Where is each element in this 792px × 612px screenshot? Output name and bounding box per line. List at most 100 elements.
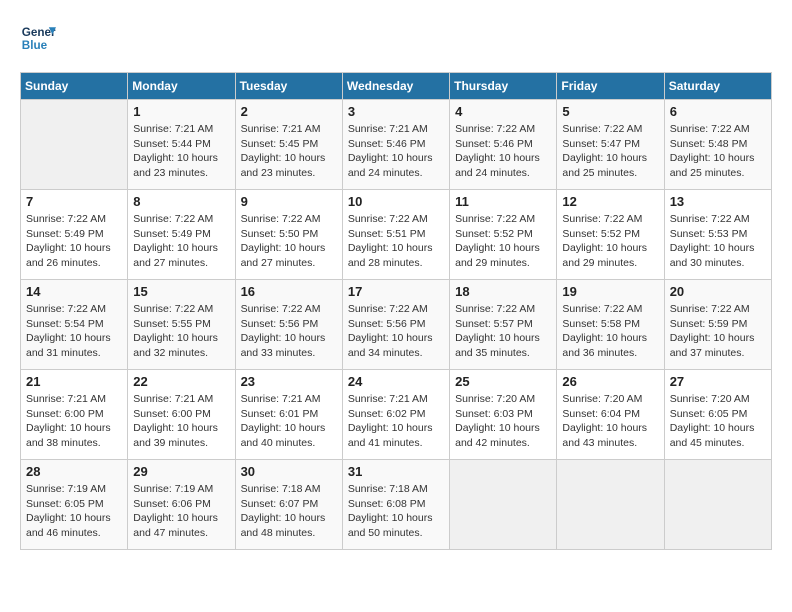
day-number: 20 <box>670 284 766 299</box>
day-info: Sunrise: 7:22 AM Sunset: 5:55 PM Dayligh… <box>133 302 229 361</box>
calendar-cell: 24 Sunrise: 7:21 AM Sunset: 6:02 PM Dayli… <box>342 370 449 460</box>
page-header: General Blue <box>20 20 772 56</box>
calendar-cell: 3 Sunrise: 7:21 AM Sunset: 5:46 PM Daylig… <box>342 100 449 190</box>
day-number: 14 <box>26 284 122 299</box>
calendar-cell: 7Sunrise: 7:22 AM Sunset: 5:49 PM Daylig… <box>21 190 128 280</box>
day-info: Sunrise: 7:22 AM Sunset: 5:58 PM Dayligh… <box>562 302 658 361</box>
calendar-cell: 5 Sunrise: 7:22 AM Sunset: 5:47 PM Daylig… <box>557 100 664 190</box>
day-number: 27 <box>670 374 766 389</box>
day-number: 5 <box>562 104 658 119</box>
day-info: Sunrise: 7:20 AM Sunset: 6:04 PM Dayligh… <box>562 392 658 451</box>
calendar-cell: 13Sunrise: 7:22 AM Sunset: 5:53 PM Dayli… <box>664 190 771 280</box>
day-info: Sunrise: 7:21 AM Sunset: 5:44 PM Dayligh… <box>133 122 229 181</box>
calendar-cell: 30 Sunrise: 7:18 AM Sunset: 6:07 PM Dayli… <box>235 460 342 550</box>
calendar-cell: 23Sunrise: 7:21 AM Sunset: 6:01 PM Dayli… <box>235 370 342 460</box>
day-info: Sunrise: 7:22 AM Sunset: 5:48 PM Dayligh… <box>670 122 766 181</box>
calendar-cell: 16 Sunrise: 7:22 AM Sunset: 5:56 PM Dayli… <box>235 280 342 370</box>
calendar-cell: 12Sunrise: 7:22 AM Sunset: 5:52 PM Dayli… <box>557 190 664 280</box>
calendar-cell: 6Sunrise: 7:22 AM Sunset: 5:48 PM Daylig… <box>664 100 771 190</box>
day-number: 19 <box>562 284 658 299</box>
day-info: Sunrise: 7:22 AM Sunset: 5:54 PM Dayligh… <box>26 302 122 361</box>
weekday-header-monday: Monday <box>128 73 235 100</box>
calendar-cell <box>664 460 771 550</box>
day-info: Sunrise: 7:22 AM Sunset: 5:57 PM Dayligh… <box>455 302 551 361</box>
day-number: 2 <box>241 104 337 119</box>
day-number: 26 <box>562 374 658 389</box>
day-number: 22 <box>133 374 229 389</box>
day-info: Sunrise: 7:22 AM Sunset: 5:50 PM Dayligh… <box>241 212 337 271</box>
day-number: 30 <box>241 464 337 479</box>
day-number: 29 <box>133 464 229 479</box>
logo: General Blue <box>20 20 56 56</box>
calendar-cell: 28 Sunrise: 7:19 AM Sunset: 6:05 PM Dayli… <box>21 460 128 550</box>
calendar-cell: 18 Sunrise: 7:22 AM Sunset: 5:57 PM Dayli… <box>450 280 557 370</box>
day-info: Sunrise: 7:18 AM Sunset: 6:07 PM Dayligh… <box>241 482 337 541</box>
calendar-cell <box>450 460 557 550</box>
day-number: 9 <box>241 194 337 209</box>
day-number: 21 <box>26 374 122 389</box>
weekday-header-wednesday: Wednesday <box>342 73 449 100</box>
calendar-week-3: 14 Sunrise: 7:22 AM Sunset: 5:54 PM Dayli… <box>21 280 772 370</box>
calendar-cell: 17 Sunrise: 7:22 AM Sunset: 5:56 PM Dayli… <box>342 280 449 370</box>
day-number: 13 <box>670 194 766 209</box>
day-info: Sunrise: 7:22 AM Sunset: 5:46 PM Dayligh… <box>455 122 551 181</box>
day-number: 15 <box>133 284 229 299</box>
day-number: 8 <box>133 194 229 209</box>
day-number: 28 <box>26 464 122 479</box>
calendar-week-1: 1 Sunrise: 7:21 AM Sunset: 5:44 PM Daylig… <box>21 100 772 190</box>
day-number: 10 <box>348 194 444 209</box>
day-number: 24 <box>348 374 444 389</box>
calendar-cell: 14 Sunrise: 7:22 AM Sunset: 5:54 PM Dayli… <box>21 280 128 370</box>
calendar-cell <box>557 460 664 550</box>
day-number: 18 <box>455 284 551 299</box>
calendar-cell: 11Sunrise: 7:22 AM Sunset: 5:52 PM Dayli… <box>450 190 557 280</box>
calendar-cell: 26 Sunrise: 7:20 AM Sunset: 6:04 PM Dayli… <box>557 370 664 460</box>
day-info: Sunrise: 7:22 AM Sunset: 5:49 PM Dayligh… <box>26 212 122 271</box>
logo-icon: General Blue <box>20 20 56 56</box>
calendar-cell: 4 Sunrise: 7:22 AM Sunset: 5:46 PM Daylig… <box>450 100 557 190</box>
calendar-cell: 27 Sunrise: 7:20 AM Sunset: 6:05 PM Dayli… <box>664 370 771 460</box>
day-info: Sunrise: 7:21 AM Sunset: 5:45 PM Dayligh… <box>241 122 337 181</box>
weekday-header-friday: Friday <box>557 73 664 100</box>
day-number: 25 <box>455 374 551 389</box>
calendar-week-5: 28 Sunrise: 7:19 AM Sunset: 6:05 PM Dayli… <box>21 460 772 550</box>
calendar-table: SundayMondayTuesdayWednesdayThursdayFrid… <box>20 72 772 550</box>
calendar-week-2: 7Sunrise: 7:22 AM Sunset: 5:49 PM Daylig… <box>21 190 772 280</box>
day-number: 16 <box>241 284 337 299</box>
day-info: Sunrise: 7:21 AM Sunset: 6:00 PM Dayligh… <box>26 392 122 451</box>
calendar-cell: 25 Sunrise: 7:20 AM Sunset: 6:03 PM Dayli… <box>450 370 557 460</box>
calendar-cell: 22 Sunrise: 7:21 AM Sunset: 6:00 PM Dayli… <box>128 370 235 460</box>
day-info: Sunrise: 7:20 AM Sunset: 6:05 PM Dayligh… <box>670 392 766 451</box>
day-number: 17 <box>348 284 444 299</box>
day-info: Sunrise: 7:18 AM Sunset: 6:08 PM Dayligh… <box>348 482 444 541</box>
day-number: 1 <box>133 104 229 119</box>
calendar-cell: 8 Sunrise: 7:22 AM Sunset: 5:49 PM Daylig… <box>128 190 235 280</box>
day-info: Sunrise: 7:22 AM Sunset: 5:51 PM Dayligh… <box>348 212 444 271</box>
day-info: Sunrise: 7:22 AM Sunset: 5:49 PM Dayligh… <box>133 212 229 271</box>
day-info: Sunrise: 7:19 AM Sunset: 6:05 PM Dayligh… <box>26 482 122 541</box>
day-number: 23 <box>241 374 337 389</box>
day-info: Sunrise: 7:19 AM Sunset: 6:06 PM Dayligh… <box>133 482 229 541</box>
day-info: Sunrise: 7:20 AM Sunset: 6:03 PM Dayligh… <box>455 392 551 451</box>
day-info: Sunrise: 7:21 AM Sunset: 5:46 PM Dayligh… <box>348 122 444 181</box>
calendar-cell: 31 Sunrise: 7:18 AM Sunset: 6:08 PM Dayli… <box>342 460 449 550</box>
calendar-cell: 10 Sunrise: 7:22 AM Sunset: 5:51 PM Dayli… <box>342 190 449 280</box>
weekday-header-row: SundayMondayTuesdayWednesdayThursdayFrid… <box>21 73 772 100</box>
day-info: Sunrise: 7:22 AM Sunset: 5:59 PM Dayligh… <box>670 302 766 361</box>
day-number: 4 <box>455 104 551 119</box>
day-number: 3 <box>348 104 444 119</box>
day-number: 31 <box>348 464 444 479</box>
calendar-cell: 15 Sunrise: 7:22 AM Sunset: 5:55 PM Dayli… <box>128 280 235 370</box>
day-info: Sunrise: 7:22 AM Sunset: 5:56 PM Dayligh… <box>348 302 444 361</box>
calendar-cell: 20 Sunrise: 7:22 AM Sunset: 5:59 PM Dayli… <box>664 280 771 370</box>
day-info: Sunrise: 7:22 AM Sunset: 5:52 PM Dayligh… <box>455 212 551 271</box>
day-info: Sunrise: 7:22 AM Sunset: 5:47 PM Dayligh… <box>562 122 658 181</box>
day-info: Sunrise: 7:21 AM Sunset: 6:00 PM Dayligh… <box>133 392 229 451</box>
calendar-cell: 19 Sunrise: 7:22 AM Sunset: 5:58 PM Dayli… <box>557 280 664 370</box>
day-info: Sunrise: 7:22 AM Sunset: 5:56 PM Dayligh… <box>241 302 337 361</box>
day-number: 12 <box>562 194 658 209</box>
calendar-week-4: 21 Sunrise: 7:21 AM Sunset: 6:00 PM Dayli… <box>21 370 772 460</box>
calendar-cell: 2 Sunrise: 7:21 AM Sunset: 5:45 PM Daylig… <box>235 100 342 190</box>
day-info: Sunrise: 7:21 AM Sunset: 6:02 PM Dayligh… <box>348 392 444 451</box>
weekday-header-tuesday: Tuesday <box>235 73 342 100</box>
